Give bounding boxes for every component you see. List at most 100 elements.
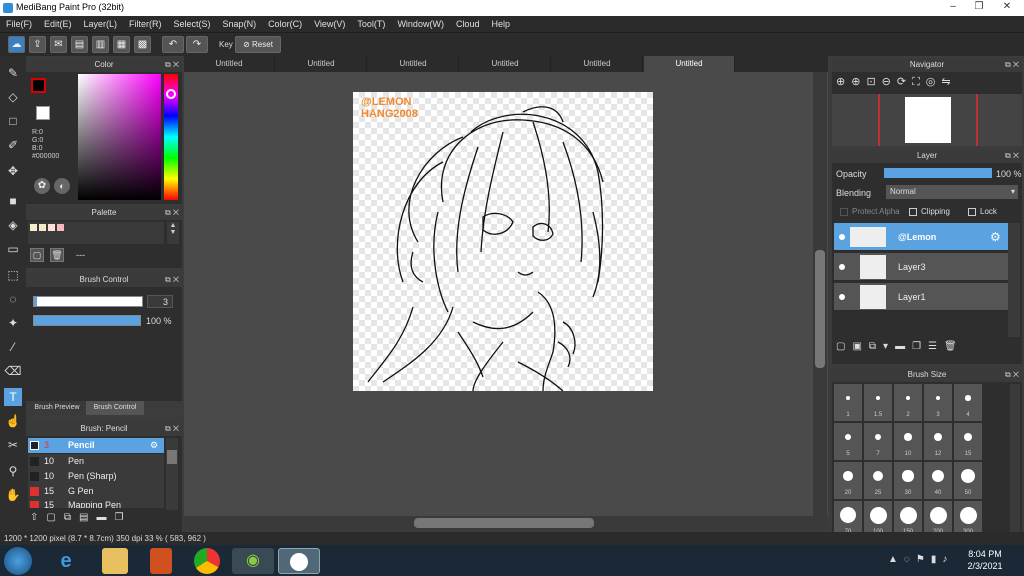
palette-swatch[interactable]	[57, 224, 64, 231]
brush-size-cell[interactable]: 7	[864, 423, 892, 460]
tab-untitled-3[interactable]: Untitled	[368, 56, 459, 72]
menu-color[interactable]: Color(C)	[262, 16, 308, 32]
tab-untitled-5[interactable]: Untitled	[552, 56, 643, 72]
zoom-out-icon[interactable]: ⊖	[882, 76, 897, 88]
volume-icon[interactable]: ♪	[942, 554, 953, 565]
brush-size-cell[interactable]: 20	[834, 462, 862, 499]
palette-swatch[interactable]	[48, 224, 55, 231]
zoom-in-alt-icon[interactable]: ⊕	[851, 76, 866, 88]
flip-icon[interactable]: ⇋	[941, 76, 956, 88]
new-layer-alt-icon[interactable]: ▣	[852, 341, 868, 352]
panel-controls-icon[interactable]: ⧉ ✕	[1005, 149, 1019, 163]
tiles-icon[interactable]: ▩	[134, 36, 151, 53]
clock[interactable]: 8:04 PM 2/3/2021	[960, 548, 1010, 572]
brush-item-pen[interactable]: 10 Pen	[28, 454, 164, 469]
background-color-swatch[interactable]	[36, 106, 50, 120]
brush-size-cell[interactable]: 12	[924, 423, 952, 460]
brush-size-cell[interactable]: 200	[924, 501, 952, 532]
palette-wheel-icon[interactable]: ✿	[34, 178, 50, 194]
visibility-icon[interactable]	[839, 294, 845, 300]
panel-controls-icon[interactable]: ⧉ ✕	[165, 206, 179, 220]
undo-icon[interactable]: ↶	[162, 36, 184, 53]
horizontal-scrollbar[interactable]	[184, 516, 828, 530]
brush-item-pen-sharp[interactable]: 10 Pen (Sharp)	[28, 469, 164, 484]
tray-arrow-icon[interactable]: ▲	[888, 554, 904, 565]
tab-untitled-2[interactable]: Untitled	[276, 56, 367, 72]
brush-size-cell[interactable]: 3	[924, 384, 952, 421]
copy-brush-icon[interactable]: ⧉	[64, 512, 79, 523]
move-tool-icon[interactable]: ✥	[4, 162, 22, 180]
brush-size-cell[interactable]: 5	[834, 423, 862, 460]
clipping-checkbox[interactable]	[909, 208, 917, 216]
brush-size-cell[interactable]: 15	[954, 423, 982, 460]
fit-icon[interactable]: ⊡	[866, 76, 881, 88]
blending-select[interactable]: Normal ▾	[886, 185, 1018, 199]
grid-icon[interactable]: ▦	[113, 36, 130, 53]
trash-icon[interactable]: 🗑	[50, 248, 64, 262]
magic-wand-icon[interactable]: ✦	[4, 314, 22, 332]
menu-tool[interactable]: Tool(T)	[351, 16, 391, 32]
scroll-thumb[interactable]	[167, 450, 177, 464]
reset-view-icon[interactable]: ◎	[926, 76, 942, 88]
menu-window[interactable]: Window(W)	[391, 16, 450, 32]
start-button[interactable]	[4, 547, 32, 575]
add-layer-menu-icon[interactable]: ▾	[883, 341, 895, 352]
network-icon[interactable]: ▮	[931, 554, 943, 565]
panel-controls-icon[interactable]: ⧉ ✕	[165, 58, 179, 72]
new-layer-icon[interactable]: ▢	[836, 341, 852, 352]
menu-snap[interactable]: Snap(N)	[217, 16, 263, 32]
brush-preview-tab[interactable]: Brush Preview	[28, 401, 86, 415]
fill-rect-tool-icon[interactable]: ■	[4, 192, 22, 210]
brush-size-cell[interactable]: 1.5	[864, 384, 892, 421]
gear-icon[interactable]: ⚙	[990, 223, 1001, 251]
visibility-icon[interactable]	[839, 264, 845, 270]
maximize-button[interactable]: ❐	[966, 0, 992, 14]
menu-file[interactable]: File(F)	[0, 16, 38, 32]
brush-size-slider[interactable]	[33, 296, 143, 307]
tab-untitled-4[interactable]: Untitled	[460, 56, 551, 72]
brush-size-cell[interactable]: 300	[954, 501, 982, 532]
folder-icon[interactable]: ▬	[96, 512, 114, 523]
layer-scrollbar[interactable]	[1008, 223, 1020, 337]
operation-tool-icon[interactable]: ☝	[4, 412, 22, 430]
layer-folder-icon[interactable]: ▬	[895, 341, 912, 352]
eraser-tool-icon[interactable]: ◇	[4, 88, 22, 106]
vertical-scrollbar[interactable]	[813, 72, 827, 516]
menu-filter[interactable]: Filter(R)	[123, 16, 168, 32]
tab-untitled-active[interactable]: Untitled	[644, 56, 735, 72]
delete-layer-icon[interactable]: 🗑	[944, 341, 964, 352]
palette-swatch[interactable]	[39, 224, 46, 231]
brush-item-pencil[interactable]: 3 Pencil ⚙	[28, 438, 164, 453]
cloud-icon[interactable]: ☁	[8, 36, 25, 53]
chrome-icon[interactable]	[194, 548, 220, 574]
brush-opacity-slider[interactable]	[33, 315, 141, 326]
layer-row-layer3[interactable]: Layer3	[834, 253, 1008, 281]
brush-size-cell[interactable]: 25	[864, 462, 892, 499]
hand-tool-icon[interactable]: ✋	[4, 486, 22, 504]
brush-size-cell[interactable]: 2	[894, 384, 922, 421]
color-mixer-icon[interactable]: ◐	[54, 178, 70, 194]
export-icon[interactable]: ⇪	[29, 36, 46, 53]
tray-app-icon[interactable]: ◌	[904, 554, 916, 565]
hue-handle[interactable]	[166, 89, 176, 99]
layer-settings-icon[interactable]: ☰	[928, 341, 944, 352]
menu-help[interactable]: Help	[485, 16, 516, 32]
palette-swatch[interactable]	[30, 224, 37, 231]
duplicate-icon[interactable]: ❐	[114, 512, 131, 523]
merge-layer-icon[interactable]: ❐	[912, 341, 928, 352]
fullscreen-icon[interactable]: ⛶	[912, 76, 926, 88]
layer-row-layer1[interactable]: Layer1	[834, 283, 1008, 311]
vertical-scroll-thumb[interactable]	[815, 250, 825, 368]
pen-tool-icon[interactable]: ✐	[4, 136, 22, 154]
gradient-tool-icon[interactable]: ▭	[4, 240, 22, 258]
select-tool-icon[interactable]: ⬚	[4, 266, 22, 284]
brush-size-cell[interactable]: 30	[894, 462, 922, 499]
message-icon[interactable]: ▤	[71, 36, 88, 53]
menu-cloud[interactable]: Cloud	[450, 16, 486, 32]
brush-list-scrollbar[interactable]	[166, 438, 178, 510]
brush-size-cell[interactable]: 100	[864, 501, 892, 532]
select-eraser-icon[interactable]: ⌫	[4, 362, 22, 380]
horizontal-scroll-thumb[interactable]	[414, 518, 594, 528]
brush-size-cell[interactable]: 4	[954, 384, 982, 421]
text-tool-icon[interactable]: T	[4, 388, 22, 406]
